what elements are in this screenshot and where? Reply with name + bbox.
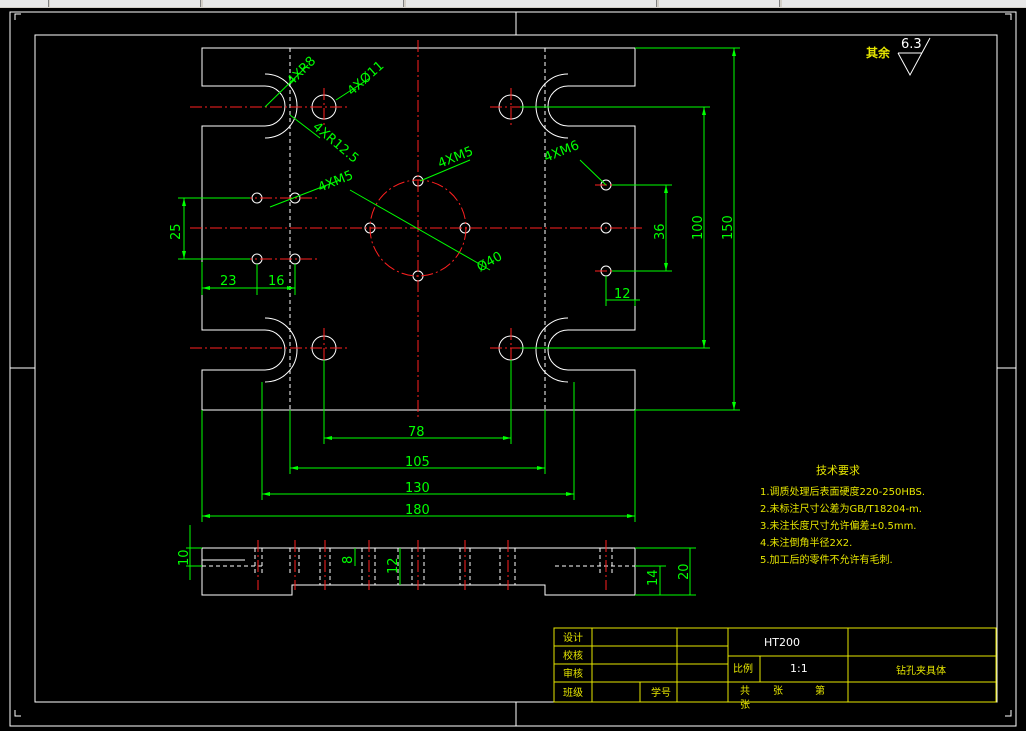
dim-105: 105 [405, 455, 430, 470]
tech-item-2: 2.未标注尺寸公差为GB/T18204-m. [760, 502, 922, 515]
dim-8: 8 [341, 556, 356, 564]
tb-sheets-unit: 张 [773, 685, 783, 697]
label-4xm5-center: 4XM5 [436, 144, 476, 172]
dim-130: 130 [405, 481, 430, 496]
tech-item-1: 1.调质处理后表面硬度220-250HBS. [760, 485, 925, 498]
tb-part-name: 钻孔夹具体 [896, 664, 946, 677]
title-block: 设计 校核 审核 班级 学号 HT200 比例 1:1 共 张 第 张 钻孔夹具… [553, 627, 997, 711]
tb-class: 班级 [563, 687, 583, 699]
hole-callouts: 4XR8 4XØ11 4XR12.5 4XM5 4XM5 4XM6 Ø40 [284, 54, 581, 276]
dim-12: 12 [614, 287, 631, 302]
label-4xr8: 4XR8 [284, 54, 319, 89]
dim-14: 14 [646, 569, 661, 586]
tb-check: 校核 [563, 649, 583, 662]
tb-student-no: 学号 [651, 686, 671, 699]
dim-78: 78 [408, 425, 425, 440]
dim-16: 16 [268, 274, 285, 289]
label-4xm6: 4XM6 [542, 138, 582, 166]
label-d40: Ø40 [475, 249, 506, 275]
tech-title: 技术要求 [816, 464, 860, 477]
dim-12b: 12 [386, 557, 401, 574]
dimension-arrows [182, 48, 736, 518]
dim-100: 100 [691, 215, 706, 240]
dim-36: 36 [653, 223, 668, 240]
dimension-values: 25 23 16 36 100 150 12 78 105 130 180 [169, 215, 736, 518]
dimension-lines [178, 47, 740, 522]
tb-scale-label: 比例 [733, 662, 753, 675]
dim-180: 180 [405, 503, 430, 518]
drawing-canvas[interactable]: 其余 6.3 4XR8 4XØ11 4XR12.5 4XM5 4XM5 4XM6… [0, 0, 1026, 731]
tb-sheet-unit2: 张 [740, 699, 750, 711]
dim-20: 20 [677, 563, 692, 580]
label-4xm5-left: 4XM5 [316, 168, 356, 196]
dim-10: 10 [177, 549, 192, 566]
tb-material: HT200 [764, 636, 800, 649]
roughness-symbol: 其余 6.3 [866, 37, 931, 77]
dim-23: 23 [220, 274, 237, 289]
tech-requirements: 技术要求 1.调质处理后表面硬度220-250HBS. 2.未标注尺寸公差为GB… [760, 464, 925, 566]
roughness-label: 其余 [866, 45, 891, 60]
roughness-value: 6.3 [901, 37, 922, 52]
tech-item-4: 4.未注倒角半径2X2. [760, 536, 852, 549]
label-4xd11: 4XØ11 [345, 58, 388, 99]
front-view: 10 8 12 14 20 [177, 525, 696, 596]
label-4xr12-5: 4XR12.5 [309, 120, 361, 167]
tb-sheet-no: 第 [815, 684, 825, 697]
tb-design: 设计 [563, 631, 583, 644]
tech-item-5: 5.加工后的零件不允许有毛刺. [760, 553, 893, 566]
tb-review: 审核 [563, 667, 583, 680]
tb-scale-value: 1:1 [790, 662, 808, 675]
tech-item-3: 3.未注长度尺寸允许偏差±0.5mm. [760, 519, 916, 532]
tb-sheets-total: 共 [740, 685, 750, 697]
dim-150: 150 [721, 215, 736, 240]
dim-25: 25 [169, 223, 184, 240]
